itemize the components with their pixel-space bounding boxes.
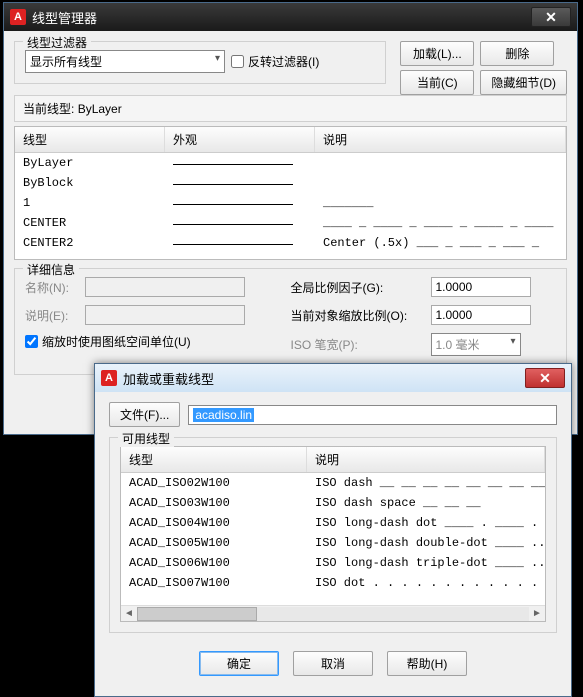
- main-title: 线型管理器: [32, 8, 531, 27]
- col-header-name[interactable]: 线型: [15, 127, 165, 152]
- row-appearance: [165, 195, 315, 211]
- current-button[interactable]: 当前(C): [400, 70, 474, 95]
- avail-name: ACAD_ISO07W100: [121, 575, 307, 591]
- object-scale-label: 当前对象缩放比例(O):: [291, 307, 431, 324]
- row-appearance: [165, 175, 315, 191]
- scroll-left-icon[interactable]: ◄: [121, 608, 137, 619]
- load-help-button[interactable]: 帮助(H): [387, 651, 467, 676]
- global-scale-label: 全局比例因子(G):: [291, 279, 431, 296]
- list-item[interactable]: ACAD_ISO06W100ISO long-dash triple-dot _…: [121, 553, 545, 573]
- row-desc: _______: [315, 195, 566, 211]
- row-appearance: [165, 215, 315, 231]
- file-input[interactable]: acadiso.lin: [188, 405, 557, 425]
- invert-filter-input[interactable]: [231, 55, 244, 68]
- close-icon[interactable]: ✕: [525, 368, 565, 388]
- object-scale-input[interactable]: [431, 305, 531, 325]
- paperspace-input[interactable]: [25, 335, 38, 348]
- avail-desc: ISO long-dash triple-dot ____ ...: [307, 555, 545, 571]
- load-title: 加载或重载线型: [123, 369, 525, 388]
- delete-button[interactable]: 删除: [480, 41, 554, 66]
- row-desc: Center (.5x) ___ _ ___ _ ___ _: [315, 235, 566, 251]
- load-titlebar[interactable]: A 加载或重载线型 ✕: [95, 364, 571, 392]
- row-desc: ____ _ ____ _ ____ _ ____ _ ____: [315, 215, 566, 231]
- col-header-desc[interactable]: 说明: [315, 127, 566, 152]
- row-appearance: [165, 155, 315, 171]
- app-icon: A: [10, 9, 26, 25]
- name-label: 名称(N):: [25, 279, 85, 296]
- invert-filter-label: 反转过滤器(I): [248, 53, 319, 70]
- list-item[interactable]: ACAD_ISO04W100ISO long-dash dot ____ . _…: [121, 513, 545, 533]
- list-item[interactable]: ACAD_ISO07W100ISO dot . . . . . . . . . …: [121, 573, 545, 593]
- invert-filter-checkbox[interactable]: 反转过滤器(I): [231, 53, 319, 70]
- avail-name: ACAD_ISO03W100: [121, 495, 307, 511]
- desc-label: 说明(E):: [25, 307, 85, 324]
- load-footer: 确定 取消 帮助(H): [109, 639, 557, 686]
- avail-name: ACAD_ISO02W100: [121, 475, 307, 491]
- available-group: 可用线型 线型 说明 ACAD_ISO02W100ISO dash __ __ …: [109, 437, 557, 633]
- list-item[interactable]: ACAD_ISO05W100ISO long-dash double-dot _…: [121, 533, 545, 553]
- horizontal-scrollbar[interactable]: ◄ ►: [121, 605, 545, 621]
- load-ok-button[interactable]: 确定: [199, 651, 279, 676]
- row-desc: [315, 155, 566, 171]
- filter-group: 线型过滤器 显示所有线型 反转过滤器(I): [14, 41, 386, 84]
- current-label: 当前线型:: [23, 102, 74, 116]
- load-linetype-dialog: A 加载或重载线型 ✕ 文件(F)... acadiso.lin 可用线型 线型…: [94, 363, 572, 697]
- list-item[interactable]: ACAD_ISO03W100ISO dash space __ __ __: [121, 493, 545, 513]
- avail-desc: ISO long-dash dot ____ . ____ .: [307, 515, 545, 531]
- name-input: [85, 277, 245, 297]
- scroll-right-icon[interactable]: ►: [529, 608, 545, 619]
- scroll-thumb[interactable]: [137, 607, 257, 621]
- desc-input: [85, 305, 245, 325]
- file-value: acadiso.lin: [193, 408, 254, 422]
- table-row[interactable]: CENTER ____ _ ____ _ ____ _ ____ _ ____: [15, 213, 566, 233]
- avail-name: ACAD_ISO06W100: [121, 555, 307, 571]
- table-row[interactable]: ByLayer: [15, 153, 566, 173]
- acol-header-name[interactable]: 线型: [121, 447, 307, 472]
- filter-title: 线型过滤器: [23, 34, 91, 51]
- available-title: 可用线型: [118, 430, 174, 447]
- iso-combo: 1.0 毫米: [431, 333, 521, 356]
- avail-name: ACAD_ISO05W100: [121, 535, 307, 551]
- current-linetype-bar: 当前线型: ByLayer: [14, 95, 567, 122]
- avail-desc: ISO long-dash double-dot ____ ..: [307, 535, 545, 551]
- grid-body[interactable]: ByLayer ByBlock 1 _______ CENTER ____ _ ____ …: [15, 153, 566, 259]
- grid-header: 线型 外观 说明: [15, 127, 566, 153]
- paperspace-checkbox[interactable]: 缩放时使用图纸空间单位(U): [25, 333, 291, 350]
- col-header-appearance[interactable]: 外观: [165, 127, 315, 152]
- row-name: ByLayer: [15, 155, 165, 171]
- current-value: ByLayer: [78, 102, 122, 116]
- file-button[interactable]: 文件(F)...: [109, 402, 180, 427]
- load-button[interactable]: 加载(L)...: [400, 41, 474, 66]
- row-name: ByBlock: [15, 175, 165, 191]
- table-row[interactable]: ByBlock: [15, 173, 566, 193]
- filter-combo[interactable]: 显示所有线型: [25, 50, 225, 73]
- details-group: 详细信息 名称(N): 说明(E): 缩放时使用图纸空间单位(U): [14, 268, 567, 375]
- details-title: 详细信息: [23, 261, 79, 278]
- avail-desc: ISO dash __ __ __ __ __ __ __ __: [307, 475, 545, 491]
- avail-name: ACAD_ISO04W100: [121, 515, 307, 531]
- app-icon: A: [101, 370, 117, 386]
- list-item[interactable]: ACAD_ISO02W100ISO dash __ __ __ __ __ __…: [121, 473, 545, 493]
- paperspace-label: 缩放时使用图纸空间单位(U): [42, 333, 191, 350]
- global-scale-input[interactable]: [431, 277, 531, 297]
- table-row[interactable]: CENTER2 Center (.5x) ___ _ ___ _ ___ _: [15, 233, 566, 253]
- row-appearance: [165, 235, 315, 251]
- load-cancel-button[interactable]: 取消: [293, 651, 373, 676]
- iso-label: ISO 笔宽(P):: [291, 336, 431, 353]
- acol-header-desc[interactable]: 说明: [307, 447, 545, 472]
- row-desc: [315, 175, 566, 191]
- avail-desc: ISO dot . . . . . . . . . . . .: [307, 575, 545, 591]
- avail-desc: ISO dash space __ __ __: [307, 495, 545, 511]
- hide-details-button[interactable]: 隐藏细节(D): [480, 70, 567, 95]
- row-name: 1: [15, 195, 165, 211]
- table-row[interactable]: 1 _______: [15, 193, 566, 213]
- available-body[interactable]: ACAD_ISO02W100ISO dash __ __ __ __ __ __…: [121, 473, 545, 605]
- row-name: CENTER2: [15, 235, 165, 251]
- row-name: CENTER: [15, 215, 165, 231]
- linetype-grid: 线型 外观 说明 ByLayer ByBlock 1 _______ CENTER ___…: [14, 126, 567, 260]
- close-icon[interactable]: ✕: [531, 7, 571, 27]
- main-titlebar[interactable]: A 线型管理器 ✕: [4, 3, 577, 31]
- available-grid: 线型 说明 ACAD_ISO02W100ISO dash __ __ __ __…: [120, 446, 546, 622]
